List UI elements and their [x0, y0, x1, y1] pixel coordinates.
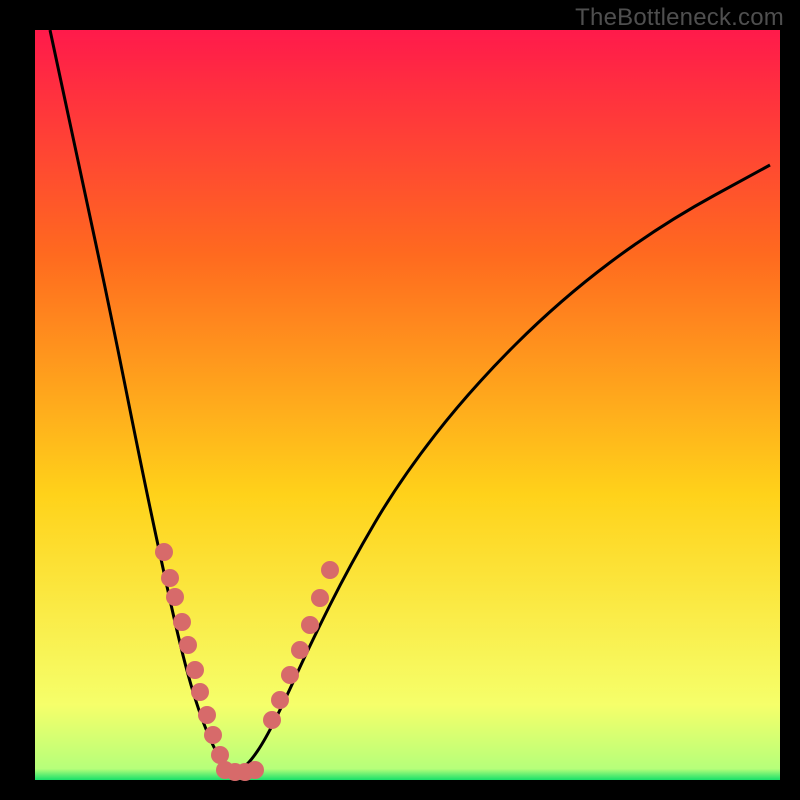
data-dot — [271, 691, 289, 709]
data-dot — [166, 588, 184, 606]
data-dot — [198, 706, 216, 724]
data-dot — [191, 683, 209, 701]
watermark-text: TheBottleneck.com — [575, 4, 784, 32]
plot-gradient-area — [35, 30, 780, 780]
data-dot — [173, 613, 191, 631]
data-dot — [179, 636, 197, 654]
data-dot — [204, 726, 222, 744]
data-dot — [301, 616, 319, 634]
data-dot — [246, 761, 264, 779]
chart-container: TheBottleneck.com — [0, 0, 800, 800]
data-dot — [281, 666, 299, 684]
data-dot — [161, 569, 179, 587]
data-dot — [263, 711, 281, 729]
data-dot — [321, 561, 339, 579]
data-dot — [311, 589, 329, 607]
data-dot — [186, 661, 204, 679]
data-dot — [291, 641, 309, 659]
chart-svg — [0, 0, 800, 800]
data-dot — [155, 543, 173, 561]
